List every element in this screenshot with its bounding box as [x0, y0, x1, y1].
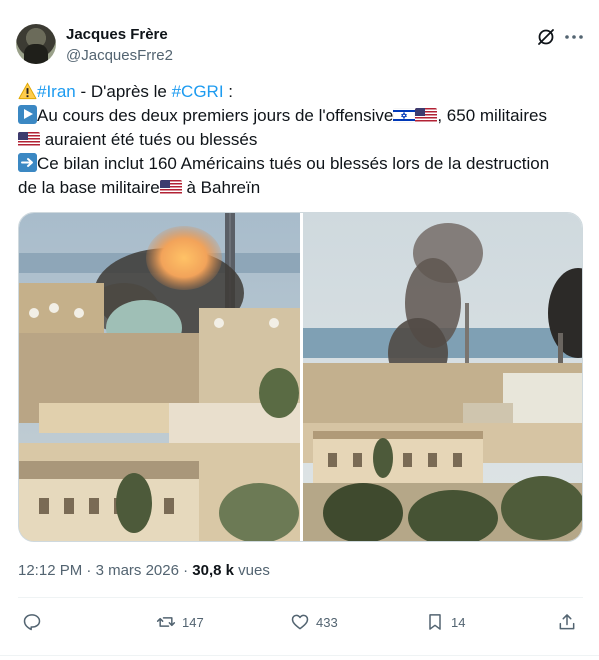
share-button[interactable]: [557, 606, 577, 638]
share-icon: [559, 614, 575, 630]
action-bar: 147 433 14: [0, 606, 599, 638]
text-line-4: Ce bilan inclut 160 Américains tués ou b…: [18, 152, 583, 176]
grok-icon[interactable]: [536, 27, 556, 47]
retweet-icon: [156, 617, 176, 627]
tweet-text: #Iran - D'après le #CGRI : Au cours des …: [18, 80, 583, 200]
right-arrow-icon: [18, 153, 37, 172]
play-icon: [18, 105, 37, 124]
author-handle[interactable]: @JacquesFrre2: [66, 47, 173, 64]
media-grid: [18, 212, 583, 542]
author-name[interactable]: Jacques Frère: [66, 26, 168, 43]
text-segment: auraient été tués ou blessés: [40, 130, 258, 149]
hashtag-cgri[interactable]: #CGRI: [172, 82, 224, 101]
meta-separator: ·: [82, 562, 96, 579]
text-segment: à Bahreïn: [181, 178, 261, 197]
meta-separator: ·: [178, 562, 193, 579]
more-icon[interactable]: [563, 27, 585, 47]
israel-flag-icon: [393, 108, 416, 123]
text-line-1: #Iran - D'après le #CGRI :: [18, 80, 583, 104]
text-line-5: de la base militaire à Bahreïn: [18, 176, 583, 200]
retweet-count: 147: [182, 614, 204, 630]
reply-button[interactable]: [22, 606, 48, 638]
text-segment: , 650 militaires: [437, 106, 547, 125]
tweet: Jacques Frère @JacquesFrre2 #Iran - D'ap…: [0, 0, 599, 660]
tweet-time[interactable]: 12:12 PM: [18, 562, 82, 579]
usa-flag-icon: [159, 180, 182, 195]
views-label: vues: [234, 562, 270, 579]
text-segment: :: [223, 82, 234, 101]
reply-icon: [23, 614, 41, 631]
tweet-meta: 12:12 PM · 3 mars 2026 · 30,8 k vues: [18, 562, 270, 579]
text-segment: Ce bilan inclut 160 Américains tués ou b…: [37, 154, 550, 173]
divider: [0, 655, 599, 656]
usa-flag-icon: [18, 132, 40, 147]
bookmark-button[interactable]: 14: [425, 606, 465, 638]
retweet-button[interactable]: 147: [156, 606, 204, 638]
text-segment: de la base militaire: [18, 178, 160, 197]
text-line-3: auraient été tués ou blessés: [18, 128, 583, 152]
explosion-photo[interactable]: [19, 213, 300, 542]
text-segment: Au cours des deux premiers jours de l'of…: [37, 106, 394, 125]
bookmark-count: 14: [451, 614, 466, 630]
text-segment: - D'après le: [75, 82, 172, 101]
heart-icon: [291, 614, 309, 630]
divider: [18, 597, 583, 598]
like-button[interactable]: 433: [290, 606, 338, 638]
views-count: 30,8 k: [192, 562, 235, 579]
warning-icon: [18, 82, 37, 100]
avatar[interactable]: [16, 24, 56, 64]
usa-flag-icon: [415, 108, 438, 123]
like-count: 433: [316, 614, 338, 630]
bookmark-icon: [429, 614, 441, 630]
smoke-photo[interactable]: [303, 213, 583, 542]
hashtag-iran[interactable]: #Iran: [37, 82, 76, 101]
tweet-date[interactable]: 3 mars 2026: [96, 562, 179, 579]
text-line-2: Au cours des deux premiers jours de l'of…: [18, 104, 583, 128]
